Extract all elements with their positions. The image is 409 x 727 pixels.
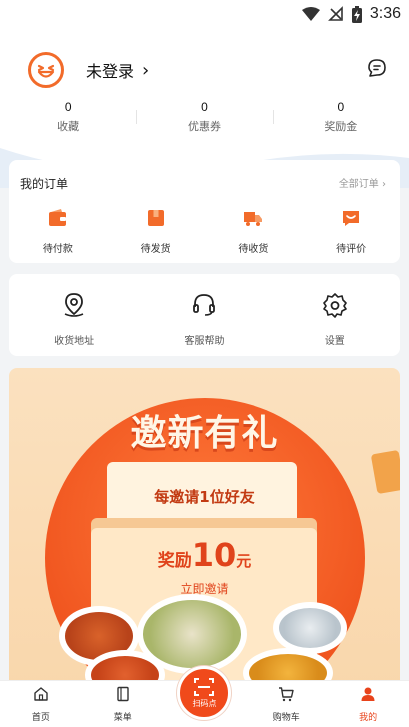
message-icon[interactable] — [367, 58, 387, 78]
tab-home[interactable]: 首页 — [0, 681, 82, 727]
reward-line: 奖励10元 — [9, 536, 400, 574]
cart-icon — [279, 687, 294, 702]
order-pending-receipt[interactable]: 待收货 — [205, 207, 303, 255]
stat-rewards[interactable]: 0 奖励金 — [272, 100, 409, 134]
services-row: 收货地址 客服帮助 设置 — [9, 292, 400, 347]
chevron-right-icon: › — [142, 59, 150, 81]
invite-promo-banner[interactable]: 邀新有礼 每邀请1位好友 奖励10元 立即邀请 — [9, 368, 400, 688]
service-help[interactable]: 客服帮助 — [139, 292, 269, 347]
delivery-truck-icon — [244, 212, 263, 226]
order-status-row: 待付款 待发货 待收货 待评价 — [9, 207, 400, 255]
order-pending-shipment[interactable]: 待发货 — [107, 207, 205, 255]
stat-label: 收藏 — [57, 120, 80, 133]
smiley-avatar-icon — [37, 64, 55, 78]
bottom-tab-bar: 首页 菜单 扫码点 购物车 我的 — [0, 666, 409, 727]
tab-scan-order[interactable]: 扫码点 — [164, 666, 246, 727]
reward-unit: 元 — [236, 552, 252, 570]
orders-title: 我的订单 — [20, 177, 69, 191]
tab-cart[interactable]: 购物车 — [245, 681, 327, 727]
scan-icon — [194, 678, 215, 696]
stat-value: 0 — [201, 100, 208, 114]
home-icon — [34, 687, 48, 701]
all-orders-link[interactable]: 全部订单 › — [339, 175, 386, 190]
menu-book-icon — [116, 686, 129, 702]
order-item-label: 待评价 — [336, 244, 367, 255]
no-signal-icon — [327, 6, 343, 21]
profile-header: 未登录 › 0 收藏 0 优惠券 0 奖励金 — [0, 30, 409, 148]
login-text: 未登录 — [86, 62, 135, 81]
stat-value: 0 — [337, 100, 345, 114]
order-item-label: 待收货 — [238, 244, 269, 255]
order-pending-payment[interactable]: 待付款 — [9, 207, 107, 255]
review-icon — [343, 211, 360, 226]
wifi-icon — [301, 7, 320, 21]
tab-label: 我的 — [359, 713, 378, 723]
headset-icon — [193, 294, 216, 316]
reward-amount: 10 — [191, 536, 237, 574]
service-label: 客服帮助 — [184, 336, 225, 347]
invite-text: 每邀请1位好友 — [154, 488, 255, 506]
location-pin-icon — [64, 293, 84, 317]
battery-charging-icon — [351, 5, 362, 23]
status-time: 3:36 — [369, 5, 401, 22]
stat-label: 奖励金 — [324, 120, 358, 133]
tab-label: 首页 — [31, 713, 50, 723]
reward-prefix: 奖励 — [157, 551, 192, 571]
stats-row: 0 收藏 0 优惠券 0 奖励金 — [0, 100, 409, 134]
service-settings[interactable]: 设置 — [270, 292, 400, 347]
user-icon — [361, 687, 375, 701]
tab-mine[interactable]: 我的 — [327, 681, 409, 727]
package-icon — [147, 210, 164, 226]
tab-label: 扫码点 — [192, 699, 217, 708]
tab-label: 购物车 — [272, 713, 300, 723]
service-address[interactable]: 收货地址 — [9, 292, 139, 347]
login-link[interactable]: 未登录 › — [86, 58, 149, 82]
dish-image — [273, 602, 347, 654]
order-pending-review[interactable]: 待评价 — [302, 207, 400, 255]
avatar[interactable] — [28, 52, 64, 88]
orders-card: 我的订单 全部订单 › 待付款 待发货 待收货 待评价 — [9, 160, 400, 263]
services-card: 收货地址 客服帮助 设置 — [9, 274, 400, 356]
stat-value: 0 — [64, 100, 72, 114]
order-item-label: 待发货 — [140, 244, 171, 255]
stat-label: 优惠券 — [187, 120, 221, 133]
stat-coupons[interactable]: 0 优惠券 — [136, 100, 272, 134]
status-bar: 3:36 — [0, 0, 409, 30]
tab-menu[interactable]: 菜单 — [82, 681, 164, 727]
tab-label: 菜单 — [113, 713, 132, 723]
service-label: 设置 — [324, 336, 345, 347]
promo-headline: 邀新有礼 — [130, 413, 279, 454]
service-label: 收货地址 — [54, 336, 95, 347]
wallet-icon — [48, 209, 66, 226]
order-item-label: 待付款 — [42, 244, 73, 255]
stat-favorites[interactable]: 0 收藏 — [0, 100, 136, 134]
scan-order-button[interactable]: 扫码点 — [177, 666, 232, 720]
settings-gear-icon — [323, 293, 347, 318]
